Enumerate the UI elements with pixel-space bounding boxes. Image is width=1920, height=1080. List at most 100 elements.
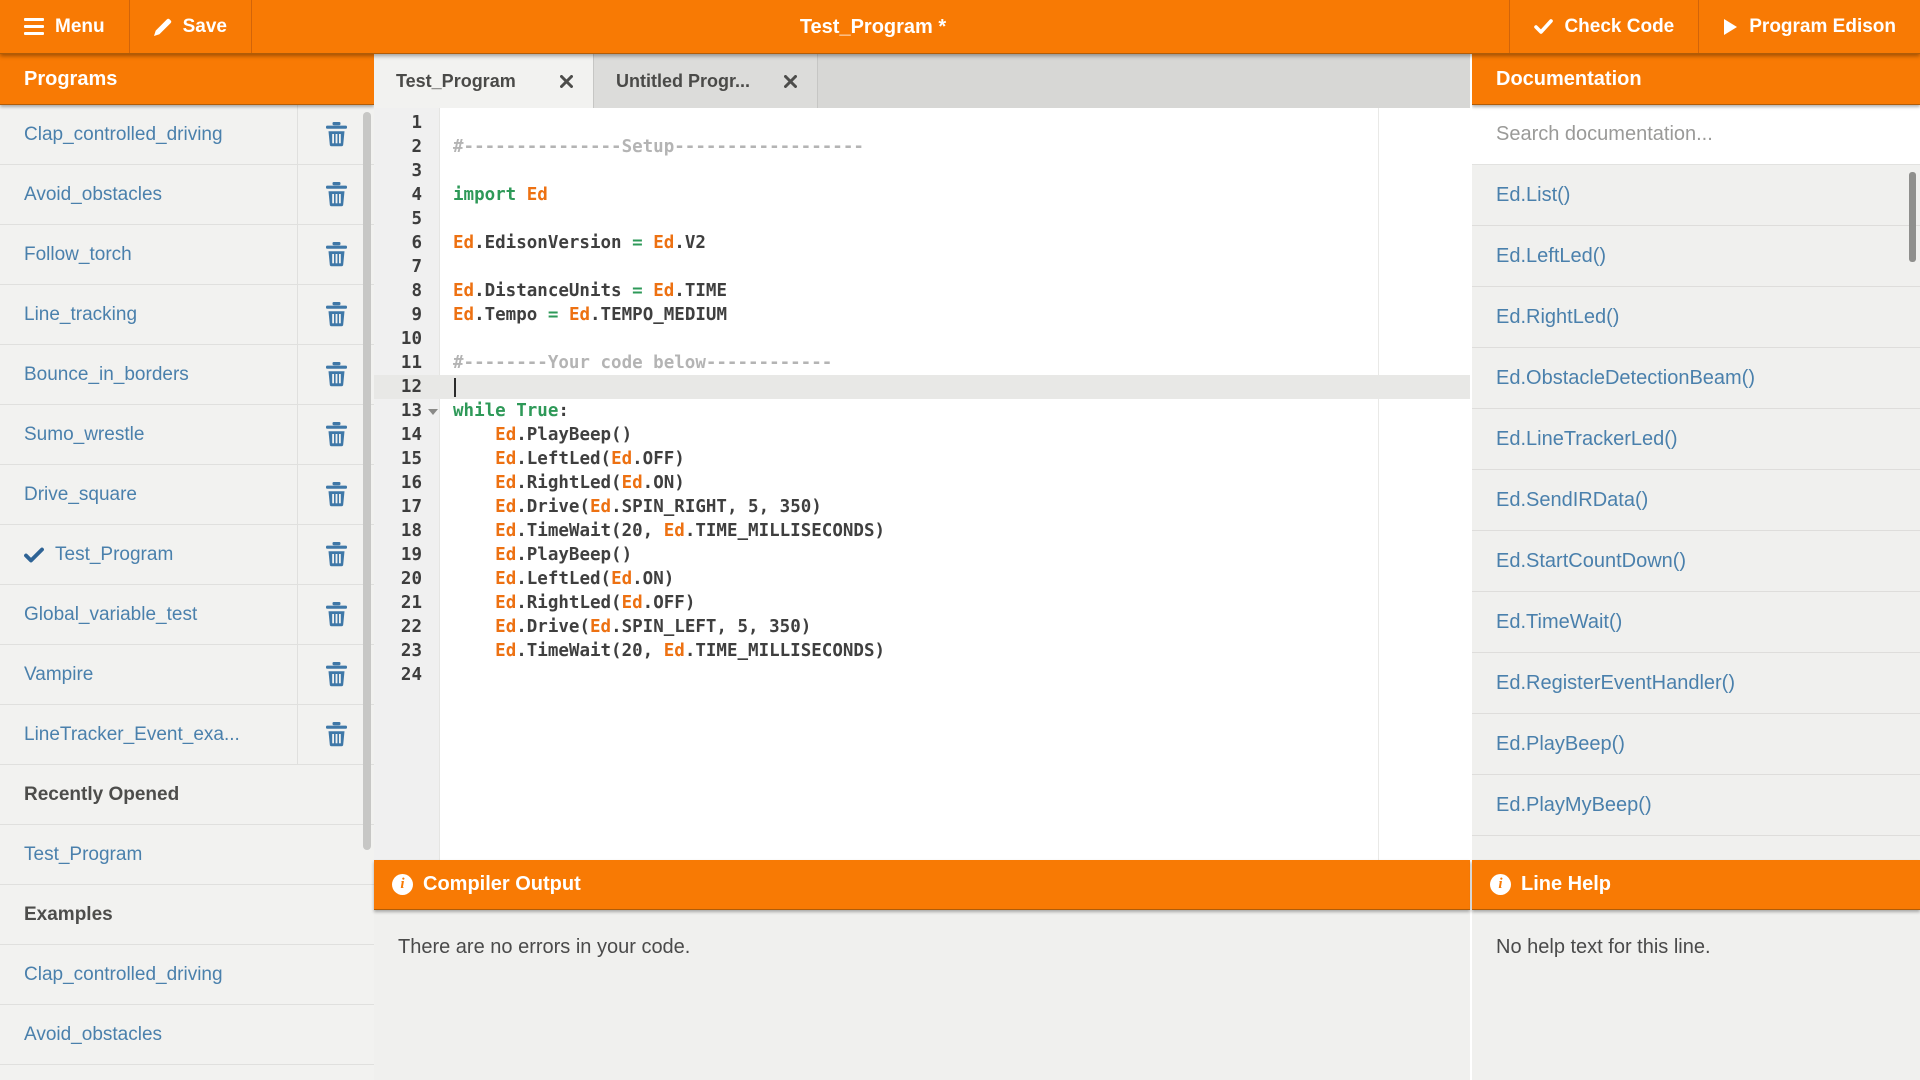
- sidebar-row-label-cell: Clap_controlled_driving: [0, 105, 297, 164]
- code-token: .V2: [674, 233, 706, 253]
- doc-link[interactable]: Ed.RightLed(): [1496, 306, 1619, 329]
- line-number: 4: [411, 185, 422, 205]
- program-link[interactable]: Clap_controlled_driving: [24, 124, 223, 146]
- doc-item: Ed.RightLed(): [1472, 287, 1920, 348]
- program-edison-button[interactable]: Program Edison: [1698, 0, 1920, 53]
- tab-close-icon[interactable]: [560, 74, 573, 88]
- code-line: 23 Ed.TimeWait(20, Ed.TIME_MILLISECONDS): [374, 639, 1470, 663]
- program-link[interactable]: Global_variable_test: [24, 604, 197, 626]
- program-link[interactable]: Drive_square: [24, 484, 137, 506]
- program-link[interactable]: Test_Program: [24, 844, 142, 866]
- doc-link[interactable]: Ed.LeftLed(): [1496, 245, 1606, 268]
- code-line: 7: [374, 255, 1470, 279]
- trash-icon: [325, 302, 347, 327]
- save-button[interactable]: Save: [130, 0, 252, 53]
- line-number: 21: [400, 593, 422, 613]
- line-number: 3: [411, 161, 422, 181]
- program-link[interactable]: Clap_controlled_driving: [24, 964, 223, 986]
- doc-link[interactable]: Ed.TimeWait(): [1496, 611, 1622, 634]
- editor-area: Test_Program Untitled Progr... 1 2 #-------…: [374, 54, 1470, 860]
- code-token: .LeftLed(: [516, 449, 612, 469]
- trash-icon: [325, 242, 347, 267]
- compiler-output-panel: i Compiler Output There are no errors in…: [374, 860, 1470, 1080]
- sidebar-scrollbar[interactable]: [363, 112, 371, 850]
- code-token: Ed: [495, 521, 517, 541]
- sidebar-row-label-cell: Test_Program: [0, 825, 374, 884]
- program-link[interactable]: Sumo_wrestle: [24, 424, 144, 446]
- doc-link[interactable]: Ed.LineTrackerLed(): [1496, 428, 1678, 451]
- doc-link[interactable]: Ed.PlayMyBeep(): [1496, 794, 1652, 817]
- trash-icon: [325, 602, 347, 627]
- code-line: 2 #---------------Setup------------------: [374, 135, 1470, 159]
- code-token: .PlayBeep(): [516, 545, 633, 565]
- code-token: .OFF): [632, 449, 685, 469]
- code-token: =: [632, 233, 643, 253]
- code-text: Ed.PlayBeep(): [440, 543, 632, 567]
- program-link[interactable]: Follow_torch: [24, 244, 132, 266]
- code-line: 4 import Ed: [374, 183, 1470, 207]
- menu-button[interactable]: Menu: [0, 0, 130, 53]
- doc-link[interactable]: Ed.SendIRData(): [1496, 489, 1648, 512]
- code-token: .Tempo: [474, 305, 548, 325]
- program-link[interactable]: Line_tracking: [24, 304, 137, 326]
- documentation-search-input[interactable]: [1472, 105, 1920, 164]
- sidebar-row-label-cell: Clap_controlled_driving: [0, 945, 374, 1004]
- check-code-button[interactable]: Check Code: [1509, 0, 1698, 53]
- tab-close-icon[interactable]: [784, 74, 797, 88]
- fold-arrow-icon[interactable]: [428, 409, 438, 415]
- code-line: 22 Ed.Drive(Ed.SPIN_LEFT, 5, 350): [374, 615, 1470, 639]
- sidebar-row-label-cell: Examples: [0, 885, 374, 944]
- code-token: Ed: [526, 185, 548, 205]
- line-number: 17: [400, 497, 422, 517]
- program-link[interactable]: Avoid_obstacles: [24, 1024, 162, 1046]
- doc-link[interactable]: Ed.StartCountDown(): [1496, 550, 1686, 573]
- code-token: import: [453, 185, 517, 205]
- sidebar-program-row: Test_Program: [0, 525, 374, 585]
- sidebar-program-row: [0, 1065, 374, 1080]
- code-line: 24: [374, 663, 1470, 687]
- code-token: Ed: [495, 473, 517, 493]
- doc-link[interactable]: Ed.PlayBeep(): [1496, 733, 1625, 756]
- trash-icon: [325, 362, 347, 387]
- code-line: 20 Ed.LeftLed(Ed.ON): [374, 567, 1470, 591]
- code-token: Ed: [495, 545, 517, 565]
- code-token: .TimeWait(20,: [516, 521, 664, 541]
- program-link[interactable]: Bounce_in_borders: [24, 364, 189, 386]
- sidebar-row-label-cell: Line_tracking: [0, 285, 297, 344]
- documentation-search-row: [1472, 105, 1920, 165]
- code-text: Ed.Drive(Ed.SPIN_LEFT, 5, 350): [440, 615, 811, 639]
- code-line: 17 Ed.Drive(Ed.SPIN_RIGHT, 5, 350): [374, 495, 1470, 519]
- topbar-right-group: Check Code Program Edison: [1509, 0, 1920, 53]
- tab-label: Untitled Progr...: [616, 70, 751, 91]
- save-label: Save: [182, 15, 227, 37]
- documentation-scrollbar[interactable]: [1909, 172, 1916, 262]
- tab-test-program[interactable]: Test_Program: [374, 54, 594, 108]
- tab-untitled-progr[interactable]: Untitled Progr...: [594, 54, 818, 108]
- code-token: .TimeWait(20,: [516, 641, 664, 661]
- doc-link[interactable]: Ed.ObstacleDetectionBeam(): [1496, 367, 1755, 390]
- program-link[interactable]: Test_Program: [55, 544, 173, 566]
- code-line: 12: [374, 375, 1470, 399]
- sidebar-program-row: Vampire: [0, 645, 374, 705]
- sidebar-section-header: Examples: [0, 885, 374, 945]
- code-token: =: [547, 305, 559, 325]
- sidebar-program-row: Test_Program: [0, 825, 374, 885]
- documentation-panel: Documentation Ed.List() Ed.LeftLed() Ed.Ri…: [1472, 54, 1920, 860]
- code-editor[interactable]: 1 2 #---------------Setup-----------------…: [374, 108, 1470, 860]
- doc-link[interactable]: Ed.List(): [1496, 184, 1570, 207]
- doc-item: Ed.StartCountDown(): [1472, 531, 1920, 592]
- line-number: 24: [400, 665, 422, 685]
- program-link[interactable]: Vampire: [24, 664, 93, 686]
- doc-item: Ed.RegisterEventHandler(): [1472, 653, 1920, 714]
- program-link[interactable]: Avoid_obstacles: [24, 184, 162, 206]
- top-bar: Menu Save Test_Program * Check Code Prog…: [0, 0, 1920, 54]
- doc-link[interactable]: Ed.RegisterEventHandler(): [1496, 672, 1735, 695]
- code-token: .Drive(: [516, 617, 590, 637]
- program-edison-label: Program Edison: [1749, 15, 1896, 37]
- program-link[interactable]: LineTracker_Event_exa...: [24, 724, 240, 746]
